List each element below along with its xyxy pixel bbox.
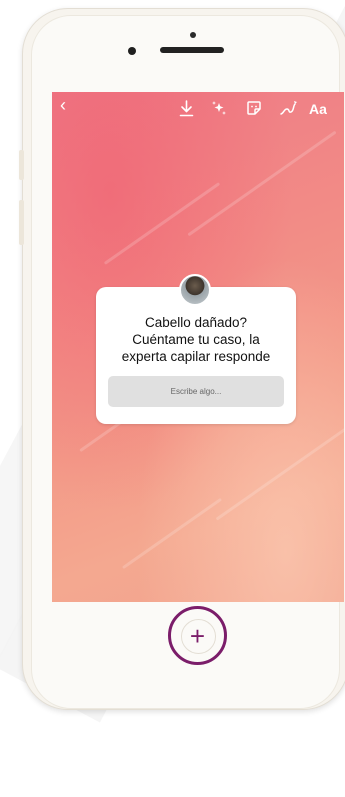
earpiece-speaker: [160, 47, 224, 53]
question-text: Cabello dañado? Cuéntame tu caso, la exp…: [121, 315, 271, 364]
text-tool-button[interactable]: Aa: [309, 100, 327, 118]
story-toolbar: ‹ Aa: [52, 92, 344, 126]
sticker-icon[interactable]: [246, 100, 262, 121]
question-sticker[interactable]: Cabello dañado? Cuéntame tu caso, la exp…: [96, 287, 296, 424]
reply-input[interactable]: Escribe algo...: [108, 376, 284, 407]
chevron-left-icon[interactable]: ‹: [60, 95, 66, 116]
background-texture: [187, 130, 337, 237]
background-texture: [121, 497, 223, 570]
side-button: [19, 200, 24, 245]
home-button-highlight[interactable]: +: [168, 606, 227, 665]
front-camera: [128, 47, 136, 55]
side-button: [19, 150, 24, 180]
draw-icon[interactable]: [280, 100, 298, 121]
front-sensor: [190, 32, 196, 38]
plus-icon: +: [189, 621, 206, 651]
story-screen: ‹ Aa Cabello dañado? Cuéntame tu caso, l…: [52, 92, 344, 602]
download-icon[interactable]: [179, 100, 194, 122]
effects-icon[interactable]: [210, 100, 228, 122]
background-texture: [215, 426, 344, 521]
avatar: [179, 274, 211, 306]
